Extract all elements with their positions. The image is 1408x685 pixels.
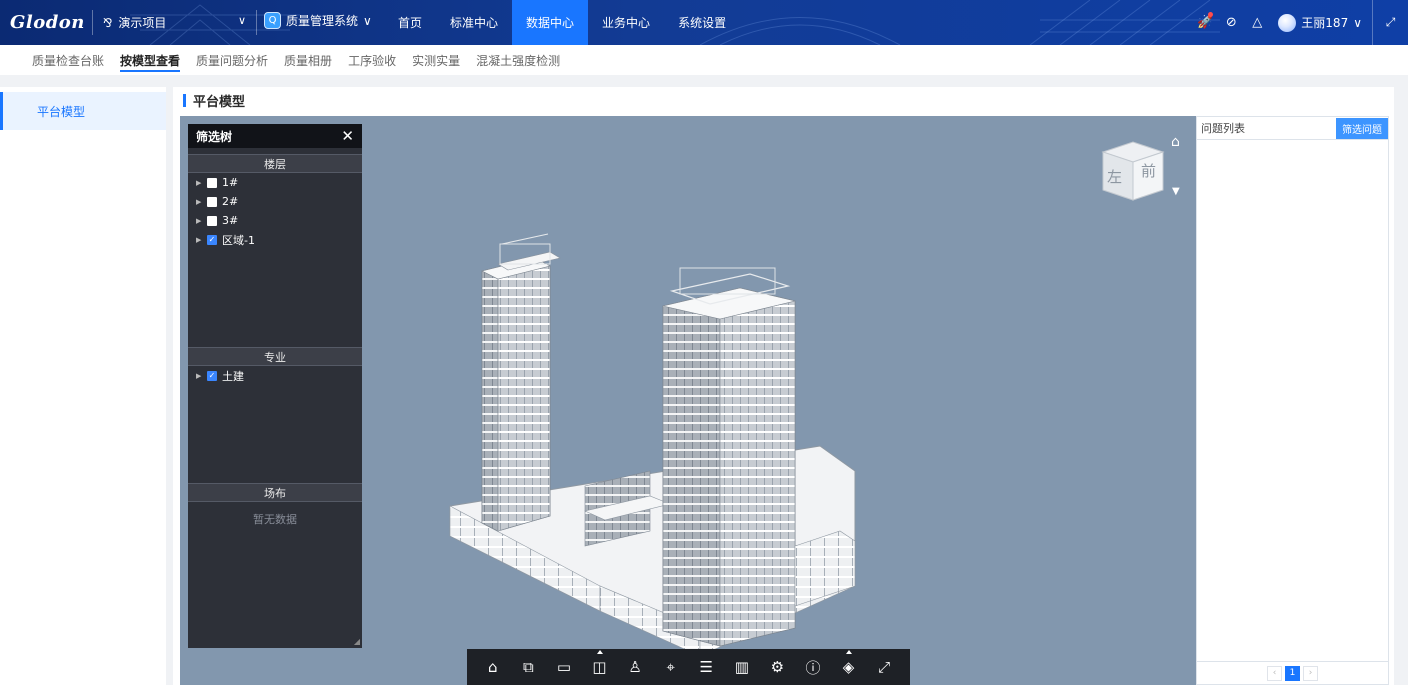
checkbox-checked[interactable]: ✓ [207, 370, 217, 381]
tab-measurement[interactable]: 实测实量 [404, 45, 468, 75]
help-icon[interactable]: ⊘ [1218, 15, 1244, 30]
issues-title: 问题列表 [1201, 122, 1245, 135]
glodon-logo[interactable]: Glodon [10, 12, 85, 33]
divider [256, 10, 257, 35]
expand-arrow-icon[interactable]: ▶ [196, 179, 202, 187]
side-menu: 平台模型 [0, 87, 166, 685]
checkbox-checked[interactable]: ✓ [207, 234, 217, 245]
properties-list-icon[interactable]: ☰ [695, 656, 717, 678]
bell-icon[interactable]: △ [1244, 15, 1270, 30]
top-bar: Glodon ⅋ 演示项目 ∨ Q 质量管理系统 ∨ 首页 标准中心 数据中心 … [0, 0, 1408, 45]
info-icon[interactable]: ⓘ [802, 656, 824, 678]
tab-view-by-model[interactable]: 按模型查看 [112, 45, 188, 75]
next-page-icon[interactable]: › [1303, 665, 1318, 681]
user-name: 王丽187 [1301, 16, 1349, 30]
tree-node-label: 3# [222, 214, 239, 227]
checkbox[interactable] [207, 215, 217, 226]
checkbox[interactable] [207, 177, 217, 188]
notification-dot [1208, 12, 1214, 17]
tab-quality-analysis[interactable]: 质量问题分析 [188, 45, 276, 75]
tree-node-label: 1# [222, 176, 239, 189]
home-view-icon[interactable]: ⌂ [1171, 134, 1180, 150]
sub-tabs: 质量检查台账 按模型查看 质量问题分析 质量相册 工序验收 实测实量 混凝土强度… [0, 45, 1408, 75]
filter-issues-button[interactable]: 筛选问题 [1336, 117, 1388, 139]
caret-up-icon [596, 650, 603, 654]
pagination: ‹ 1 › [1197, 661, 1388, 684]
expand-arrow-icon[interactable]: ▶ [196, 236, 202, 244]
quality-system-icon: Q [264, 12, 281, 29]
system-name: 质量管理系统 [286, 14, 359, 28]
content-panel: 平台模型 筛选树 ✕ 楼层 ▶ 1# ▶ 2# ▶ 3# ▶ ✓ 区域-1 专业… [173, 87, 1394, 685]
close-icon[interactable]: ✕ [341, 127, 354, 145]
tab-concrete-strength[interactable]: 混凝土强度检测 [468, 45, 568, 75]
tree-node-label: 土建 [222, 369, 244, 383]
issues-panel: 问题列表 筛选问题 ‹ 1 › [1196, 116, 1389, 685]
rocket-icon[interactable]: 🚀 [1192, 12, 1218, 30]
tab-quality-ledger[interactable]: 质量检查台账 [24, 45, 112, 75]
fullscreen-icon[interactable]: ⤢ [1372, 0, 1408, 45]
tree-node-floor[interactable]: ▶ 3# [188, 211, 362, 230]
zoom-window-icon[interactable]: ⧉ [517, 656, 539, 678]
checkbox[interactable] [207, 196, 217, 207]
expand-arrow-icon[interactable]: ▶ [196, 217, 202, 225]
measure-icon[interactable]: ▭ [553, 656, 575, 678]
page-title: 平台模型 [173, 87, 1394, 114]
resize-handle-icon[interactable]: ◢ [354, 637, 360, 646]
nav-data-center[interactable]: 数据中心 [512, 0, 589, 45]
chevron-down-icon: ∨ [1353, 15, 1362, 30]
avatar [1278, 13, 1297, 32]
chevron-down-icon[interactable]: ∨ [238, 14, 246, 27]
section-box-icon[interactable]: ◫ [589, 650, 611, 678]
fullscreen-icon[interactable]: ⤢ [873, 656, 895, 678]
nav-system-settings[interactable]: 系统设置 [664, 0, 740, 45]
filter-tree-title: 筛选树 [196, 129, 233, 144]
locate-pin-icon[interactable]: ⌖ [660, 656, 682, 678]
header-tools: 🚀 ⊘ △ 王丽187 ∨ ⤢ [1192, 0, 1408, 45]
system-switcher[interactable]: Q 质量管理系统 ∨ [264, 12, 372, 29]
tree-node-discipline[interactable]: ▶ ✓ 土建 [188, 366, 362, 385]
project-icon: ⅋ [103, 15, 113, 30]
view-cube-left-face[interactable]: 左 [1107, 166, 1122, 187]
tab-process-acceptance[interactable]: 工序验收 [340, 45, 404, 75]
chevron-down-icon: ∨ [363, 13, 372, 28]
nav-business-center[interactable]: 业务中心 [588, 0, 664, 45]
page-number[interactable]: 1 [1285, 665, 1300, 681]
filter-tree-header: 筛选树 ✕ [188, 124, 362, 148]
tree-node-floor[interactable]: ▶ 1# [188, 173, 362, 192]
tree-node-floor[interactable]: ▶ 2# [188, 192, 362, 211]
walk-person-icon[interactable]: ♙ [624, 656, 646, 678]
project-selector[interactable]: ⅋ 演示项目 [103, 14, 166, 31]
side-item-platform-model[interactable]: 平台模型 [0, 92, 166, 130]
tab-quality-album[interactable]: 质量相册 [276, 45, 340, 75]
view-cube-front-face[interactable]: 前 [1141, 160, 1156, 181]
empty-state: 暂无数据 [253, 513, 297, 526]
site-section-header[interactable]: 场布 [188, 483, 362, 502]
issues-header: 问题列表 筛选问题 [1197, 117, 1388, 140]
tree-node-floor[interactable]: ▶ ✓ 区域-1 [188, 230, 362, 249]
expand-arrow-icon[interactable]: ▶ [196, 372, 202, 380]
user-menu[interactable]: 王丽187 ∨ [1278, 13, 1362, 32]
main-nav: 首页 标准中心 数据中心 业务中心 系统设置 [384, 0, 740, 45]
tree-node-label: 2# [222, 195, 239, 208]
settings-gear-icon[interactable]: ⚙ [766, 656, 788, 678]
triangle-down-icon[interactable]: ▼ [1172, 186, 1180, 197]
tree-node-label: 区域-1 [222, 233, 255, 247]
nav-home[interactable]: 首页 [384, 0, 436, 45]
divider [92, 10, 93, 35]
expand-arrow-icon[interactable]: ▶ [196, 198, 202, 206]
layers-icon[interactable]: ◈ [838, 650, 860, 678]
model-viewer[interactable]: 筛选树 ✕ 楼层 ▶ 1# ▶ 2# ▶ 3# ▶ ✓ 区域-1 专业 ▶ ✓ … [180, 116, 1196, 685]
structure-tree-icon[interactable]: ▥ [731, 656, 753, 678]
caret-up-icon [845, 650, 852, 654]
home-icon[interactable]: ⌂ [482, 656, 504, 678]
floor-section-header[interactable]: 楼层 [188, 154, 362, 173]
project-name: 演示项目 [118, 16, 167, 30]
filter-tree-panel: 筛选树 ✕ 楼层 ▶ 1# ▶ 2# ▶ 3# ▶ ✓ 区域-1 专业 ▶ ✓ … [188, 124, 362, 648]
nav-standard-center[interactable]: 标准中心 [436, 0, 512, 45]
prev-page-icon[interactable]: ‹ [1267, 665, 1282, 681]
discipline-section-header[interactable]: 专业 [188, 347, 362, 366]
viewer-toolbar: ⌂ ⧉ ▭ ◫ ♙ ⌖ ☰ ▥ ⚙ ⓘ ◈ ⤢ [467, 649, 910, 685]
